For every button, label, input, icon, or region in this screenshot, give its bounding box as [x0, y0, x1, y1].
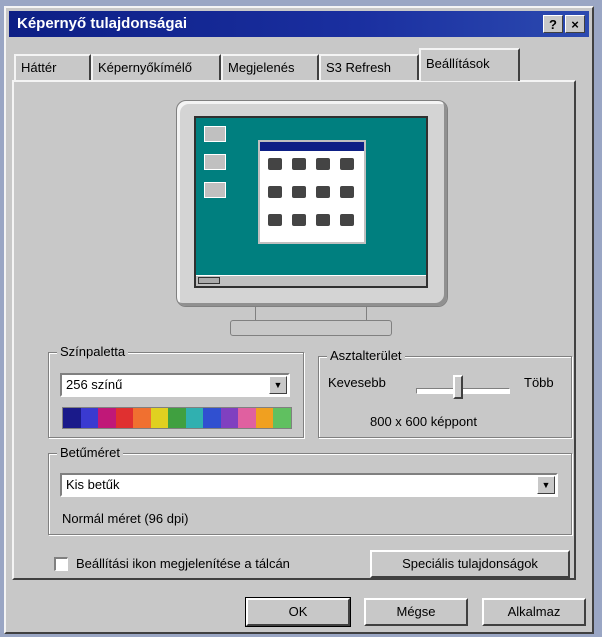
ok-button[interactable]: OK: [245, 597, 351, 627]
cancel-button[interactable]: Mégse: [364, 598, 468, 626]
tab-kepernyokimelo[interactable]: Képernyőkímélő: [91, 54, 221, 80]
tab-hatter[interactable]: Háttér: [14, 54, 91, 80]
settings-panel: [12, 80, 576, 580]
tab-s3-refresh[interactable]: S3 Refresh: [319, 54, 419, 80]
window-title: Képernyő tulajdonságai: [17, 15, 188, 32]
tab-beallitasok[interactable]: Beállítások: [419, 48, 520, 81]
title-bar: Képernyő tulajdonságai ? ×: [9, 11, 589, 37]
tab-megjelenes[interactable]: Megjelenés: [221, 54, 319, 80]
apply-button[interactable]: Alkalmaz: [482, 598, 586, 626]
help-button[interactable]: ?: [543, 15, 563, 33]
close-button[interactable]: ×: [565, 15, 585, 33]
